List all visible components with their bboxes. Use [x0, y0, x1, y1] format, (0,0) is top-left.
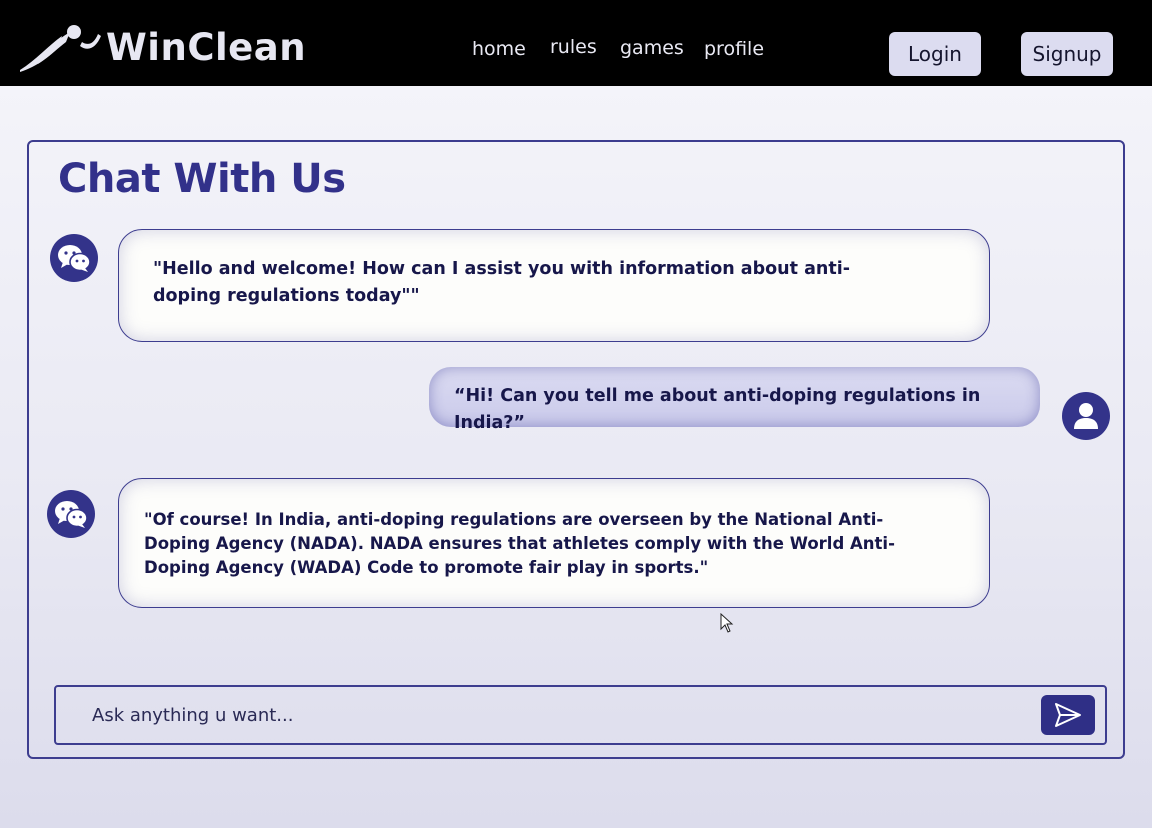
- login-button[interactable]: Login: [889, 32, 981, 76]
- chat-panel: Chat With Us "Hello and welcome! How can…: [27, 140, 1125, 759]
- chat-input-box: [54, 685, 1107, 745]
- user-message-text: “Hi! Can you tell me about anti-doping r…: [454, 386, 981, 433]
- runner-logo-icon: [20, 25, 101, 72]
- chat-input[interactable]: [92, 699, 1022, 731]
- user-message-bubble: “Hi! Can you tell me about anti-doping r…: [429, 367, 1040, 433]
- user-icon: [1074, 403, 1098, 429]
- nav-rules-link[interactable]: rules: [550, 36, 597, 58]
- signup-button[interactable]: Signup: [1021, 32, 1113, 76]
- nav-profile-link[interactable]: profile: [704, 38, 764, 60]
- bot-message-bubble: "Hello and welcome! How can I assist you…: [118, 229, 990, 342]
- nav-games-link[interactable]: games: [620, 37, 684, 59]
- mouse-cursor-icon: [720, 613, 734, 633]
- user-avatar: [1062, 392, 1110, 440]
- bot-message-text: "Hello and welcome! How can I assist you…: [153, 259, 850, 306]
- send-button[interactable]: [1041, 695, 1095, 735]
- wechat-icon: [55, 501, 88, 528]
- wechat-icon: [58, 245, 91, 272]
- brand-logo[interactable]: WinClean: [18, 18, 358, 74]
- bot-avatar: [50, 234, 98, 282]
- top-navbar: WinClean home rules games profile Login …: [0, 0, 1152, 86]
- bot-avatar: [47, 490, 95, 538]
- bot-message-text: "Of course! In India, anti-doping regula…: [144, 510, 895, 577]
- send-icon: [1055, 703, 1081, 727]
- bot-message-bubble: "Of course! In India, anti-doping regula…: [118, 478, 990, 608]
- brand-name: WinClean: [106, 26, 307, 69]
- chat-title: Chat With Us: [58, 156, 346, 202]
- nav-home-link[interactable]: home: [472, 38, 526, 60]
